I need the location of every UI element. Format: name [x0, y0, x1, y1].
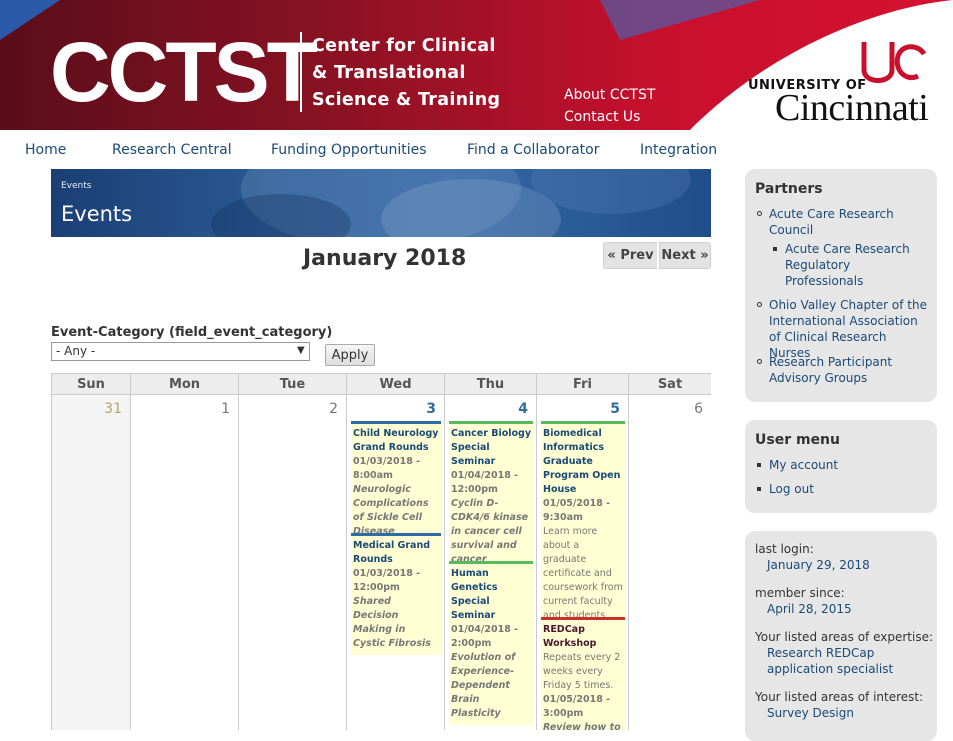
weekday-header-wed: Wed [347, 373, 445, 395]
event-time: 01/03/2018 - 12:00pm [353, 568, 421, 593]
member-since-value: April 28, 2015 [767, 602, 852, 616]
calendar-event[interactable]: REDCap Workshop Repeats every 2 weeks ev… [541, 617, 625, 730]
nav-funding-opportunities[interactable]: Funding Opportunities [271, 142, 427, 158]
logo-tagline-1: Center for Clinical [312, 36, 496, 56]
my-account-link[interactable]: My account [769, 457, 838, 473]
list-bullet-icon [773, 247, 777, 251]
events-banner: Events Events [51, 169, 711, 237]
member-since-label: member since: [755, 586, 845, 600]
partner-link-acute-care-council[interactable]: Acute Care Research Council [769, 206, 909, 238]
cctst-logo[interactable]: CCTST [50, 30, 318, 114]
interest-label: Your listed areas of interest: [755, 690, 924, 704]
event-category-label: Event-Category (field_event_category) [51, 325, 333, 340]
interest-link[interactable]: Survey Design [767, 705, 854, 721]
last-login-label: last login: [755, 542, 814, 556]
event-time: 01/04/2018 - 2:00pm [451, 624, 519, 649]
calendar-grid: Sun Mon Tue Wed Thu Fri Sat 31 1 2 3 Chi… [51, 373, 711, 730]
calendar-event[interactable]: Biomedical Informatics Graduate Program … [541, 421, 625, 627]
weekday-header-sat: Sat [629, 373, 711, 395]
expertise-link[interactable]: Research REDCap application specialist [767, 645, 917, 677]
event-time: 01/05/2018 - 3:00pm [543, 694, 611, 719]
event-description: Learn more about a graduate certificate … [543, 526, 623, 621]
nav-find-a-collaborator[interactable]: Find a Collaborator [467, 142, 599, 158]
user-info-block: last login: January 29, 2018 member sinc… [745, 531, 937, 741]
day-cell-fri: 5 Biomedical Informatics Graduate Progra… [537, 395, 629, 730]
event-title[interactable]: Human Genetics Special Seminar [451, 567, 531, 623]
calendar-event[interactable]: Medical Grand Rounds 01/03/2018 - 12:00p… [351, 533, 441, 655]
event-title[interactable]: REDCap Workshop [543, 623, 623, 651]
about-cctst-link[interactable]: About CCTST [564, 87, 655, 103]
list-bullet-icon [757, 211, 762, 216]
list-bullet-icon [757, 359, 762, 364]
partner-link-research-participant-groups[interactable]: Research Participant Advisory Groups [769, 354, 919, 386]
event-description: Shared Decision Making in Cystic Fibrosi… [353, 596, 431, 649]
list-bullet-icon [757, 487, 761, 491]
page-title: Events [61, 202, 133, 226]
day-cell-sat: 6 [629, 395, 711, 730]
event-title[interactable]: Biomedical Informatics Graduate Program … [543, 427, 623, 497]
day-cell-mon: 1 [131, 395, 239, 730]
day-number-link[interactable]: 4 [518, 401, 528, 417]
last-login-value: January 29, 2018 [767, 558, 870, 572]
day-number: 31 [104, 401, 122, 417]
logo-divider [300, 32, 302, 112]
breadcrumb[interactable]: Events [61, 181, 91, 191]
site-header: CCTST Center for Clinical & Translationa… [0, 0, 953, 130]
day-cell-sun: 31 [52, 395, 131, 730]
nav-research-central[interactable]: Research Central [112, 142, 232, 158]
user-menu-block: User menu My account Log out [745, 420, 937, 513]
partner-link-regulatory-professionals[interactable]: Acute Care Research Regulatory Professio… [785, 241, 915, 289]
event-time: 01/05/2018 - 9:30am [543, 498, 611, 523]
event-description: Evolution of Experience-Dependent Brain … [451, 652, 516, 719]
day-number: 6 [694, 401, 703, 417]
main-navigation: Home Research Central Funding Opportunit… [0, 130, 730, 170]
weekday-header-mon: Mon [131, 373, 239, 395]
day-number-link[interactable]: 5 [610, 401, 620, 417]
weekday-header-thu: Thu [445, 373, 537, 395]
day-number: 1 [221, 401, 230, 417]
event-repeat-rule: Repeats every 2 weeks every Friday 5 tim… [543, 652, 621, 691]
nav-home[interactable]: Home [25, 142, 66, 158]
prev-month-button[interactable]: « Prev [603, 242, 657, 269]
log-out-link[interactable]: Log out [769, 481, 814, 497]
nav-integration[interactable]: Integration [640, 142, 717, 158]
day-number-link[interactable]: 3 [426, 401, 436, 417]
event-description: Neurologic Complications of Sickle Cell … [353, 484, 429, 537]
partners-block: Partners Acute Care Research Council Acu… [745, 169, 937, 402]
event-description: Review how to [543, 722, 621, 730]
day-cell-tue: 2 [239, 395, 347, 730]
calendar-event[interactable]: Child Neurology Grand Rounds 01/03/2018 … [351, 421, 441, 543]
list-bullet-icon [757, 302, 762, 307]
logo-tagline-2: & Translational [312, 63, 466, 83]
calendar-event[interactable]: Human Genetics Special Seminar 01/04/201… [449, 561, 533, 725]
expertise-label: Your listed areas of expertise: [755, 630, 934, 644]
logo-tagline-3: Science & Training [312, 90, 501, 110]
list-bullet-icon [757, 463, 761, 467]
university-name: Cincinnati [775, 87, 929, 129]
event-title[interactable]: Child Neurology Grand Rounds [353, 427, 439, 455]
user-menu-title: User menu [755, 432, 840, 448]
contact-us-link[interactable]: Contact Us [564, 109, 640, 125]
partners-title: Partners [755, 181, 823, 197]
weekday-header-tue: Tue [239, 373, 347, 395]
event-title[interactable]: Cancer Biology Special Seminar [451, 427, 531, 469]
event-category-select[interactable]: - Any - [51, 342, 310, 361]
day-number: 2 [329, 401, 338, 417]
apply-button[interactable]: Apply [325, 344, 375, 366]
event-time: 01/03/2018 - 8:00am [353, 456, 421, 481]
banner-texture-graphic [211, 169, 691, 237]
partner-link-ohio-valley-chapter[interactable]: Ohio Valley Chapter of the International… [769, 297, 929, 361]
day-cell-wed: 3 Child Neurology Grand Rounds 01/03/201… [347, 395, 445, 730]
next-month-button[interactable]: Next » [659, 242, 711, 269]
event-title[interactable]: Medical Grand Rounds [353, 539, 439, 567]
weekday-header-sun: Sun [52, 373, 131, 395]
day-cell-thu: 4 Cancer Biology Special Seminar 01/04/2… [445, 395, 537, 730]
chevron-down-icon: ▼ [297, 345, 305, 356]
weekday-header-fri: Fri [537, 373, 629, 395]
calendar-month-title: January 2018 [303, 246, 467, 271]
event-time: 01/04/2018 - 12:00pm [451, 470, 519, 495]
